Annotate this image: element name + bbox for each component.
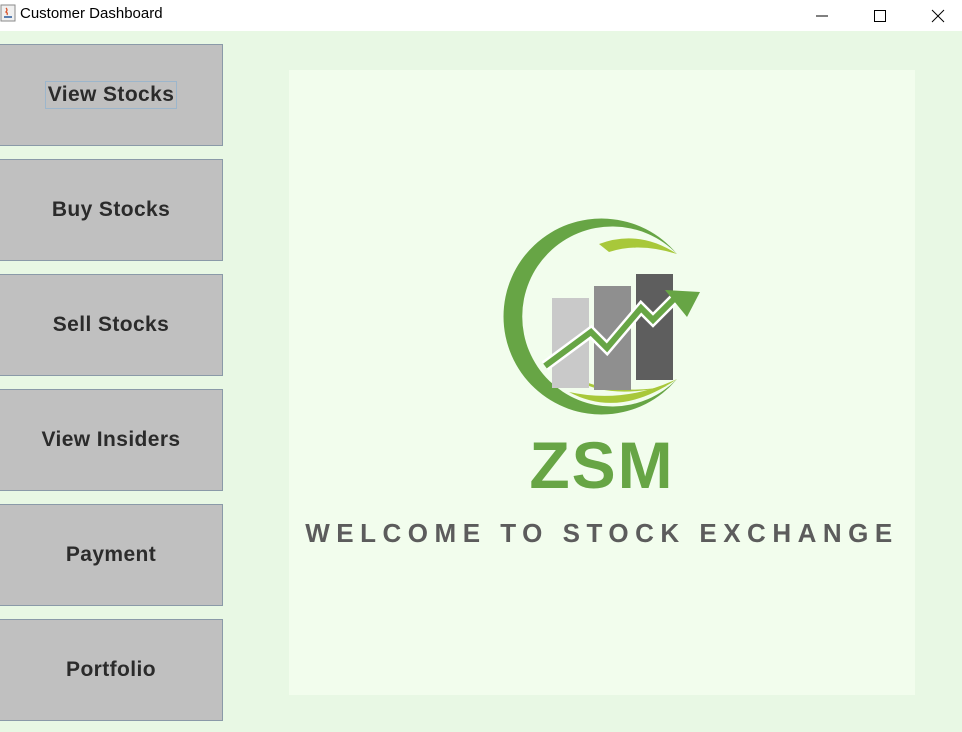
portfolio-label: Portfolio [66, 658, 156, 681]
welcome-tagline: WELCOME TO STOCK EXCHANGE [305, 518, 899, 548]
java-app-icon [0, 4, 16, 22]
title-bar: Customer Dashboard [0, 0, 962, 31]
brand-name: ZSM [529, 428, 675, 502]
maximize-button[interactable] [851, 0, 909, 31]
buy-stocks-label: Buy Stocks [51, 198, 171, 221]
close-icon [931, 9, 945, 22]
buy-stocks-button[interactable]: Buy Stocks [0, 159, 223, 261]
payment-button[interactable]: Payment [0, 504, 223, 606]
welcome-panel: ZSM WELCOME TO STOCK EXCHANGE [289, 70, 915, 695]
payment-label: Payment [65, 543, 157, 566]
minimize-icon [816, 15, 828, 16]
sell-stocks-button[interactable]: Sell Stocks [0, 274, 223, 376]
close-button[interactable] [909, 0, 962, 31]
view-stocks-button[interactable]: View Stocks [0, 44, 223, 146]
view-insiders-button[interactable]: View Insiders [0, 389, 223, 491]
zsm-logo-icon [503, 218, 700, 415]
window-title: Customer Dashboard [20, 5, 163, 22]
minimize-button[interactable] [793, 0, 851, 31]
portfolio-button[interactable]: Portfolio [0, 619, 223, 721]
view-stocks-label: View Stocks [44, 81, 178, 109]
dashboard-content: View Stocks Buy Stocks Sell Stocks View … [0, 31, 962, 732]
maximize-icon [874, 9, 886, 22]
view-insiders-label: View Insiders [41, 428, 181, 451]
sell-stocks-label: Sell Stocks [52, 313, 170, 336]
